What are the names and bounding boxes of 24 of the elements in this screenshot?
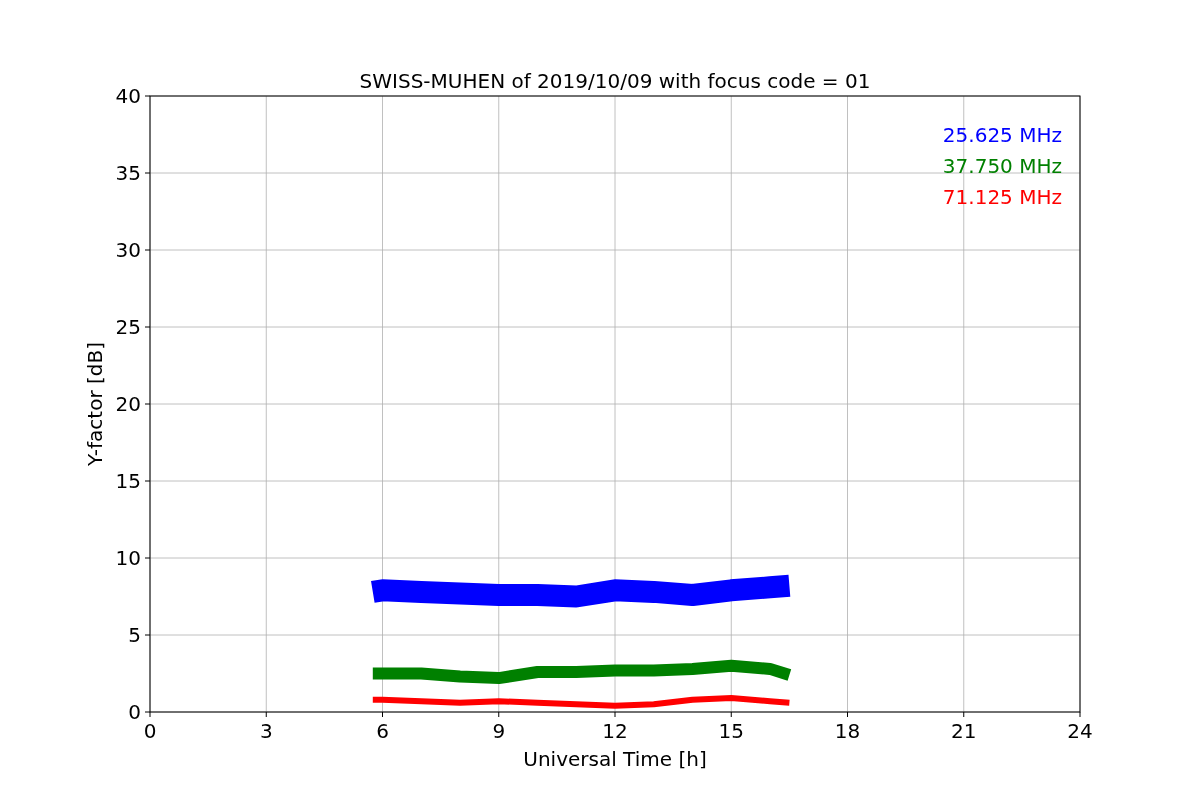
x-tick-label: 21 xyxy=(951,719,977,743)
y-axis-label: Y-factor [dB] xyxy=(83,342,107,466)
x-tick-label: 6 xyxy=(376,719,389,743)
y-tick-label: 35 xyxy=(115,161,141,185)
x-tick-label: 24 xyxy=(1067,719,1093,743)
legend-label: 25.625 MHz xyxy=(942,123,1062,147)
x-axis-label: Universal Time [h] xyxy=(523,747,707,771)
y-tick-label: 25 xyxy=(115,315,141,339)
x-tick-label: 3 xyxy=(259,719,273,743)
x-tick-label: 15 xyxy=(718,719,744,743)
y-tick-label: 40 xyxy=(115,84,141,108)
y-tick-label: 10 xyxy=(115,546,141,570)
y-tick-label: 5 xyxy=(128,623,141,647)
legend-label: 71.125 MHz xyxy=(942,185,1062,209)
x-tick-label: 9 xyxy=(492,719,506,743)
x-tick-label: 0 xyxy=(143,719,157,743)
y-tick-label: 15 xyxy=(115,469,141,493)
y-tick-label: 20 xyxy=(115,392,141,416)
x-tick-label: 18 xyxy=(834,719,861,743)
x-tick-label: 12 xyxy=(602,719,628,743)
y-tick-label: 30 xyxy=(115,238,141,262)
legend-label: 37.750 MHz xyxy=(942,154,1062,178)
y-tick-label: 0 xyxy=(128,700,141,724)
chart-title: SWISS-MUHEN of 2019/10/09 with focus code = 01 xyxy=(359,69,871,93)
